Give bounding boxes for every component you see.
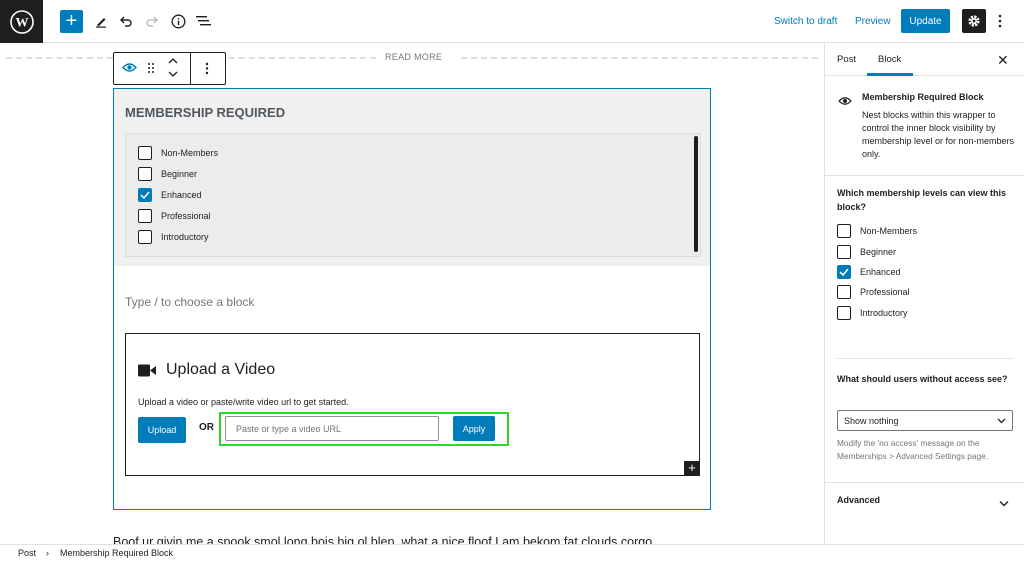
move-up-icon[interactable] <box>168 57 178 65</box>
top-toolbar: W + Switch to draft Preview Update <box>0 0 1024 43</box>
settings-gear-icon[interactable] <box>962 9 986 33</box>
svg-text:W: W <box>15 14 28 29</box>
checkbox[interactable] <box>138 146 152 160</box>
panel-divider <box>825 482 1024 483</box>
breadcrumb-post[interactable]: Post <box>18 548 36 558</box>
advanced-panel-toggle[interactable]: Advanced <box>837 495 880 505</box>
list-scrollbar[interactable] <box>694 136 698 252</box>
settings-sidebar: Post Block ✕ Membership Required Block N… <box>824 44 1024 544</box>
sidebar-level-introductory[interactable]: Introductory <box>837 306 908 320</box>
checkbox[interactable] <box>837 224 851 238</box>
checkmark-icon <box>839 268 849 276</box>
level-option-beginner[interactable]: Beginner <box>138 167 197 181</box>
level-option-introductory[interactable]: Introductory <box>138 230 209 244</box>
active-tab-indicator <box>867 73 913 76</box>
panel-divider <box>837 358 1013 359</box>
no-access-question: What should users without access see? <box>837 374 1008 384</box>
inner-block-inserter-button[interactable]: + <box>684 461 700 476</box>
video-camera-icon <box>138 364 157 382</box>
undo-icon[interactable] <box>116 11 136 31</box>
sidebar-level-non-members[interactable]: Non-Members <box>837 224 917 238</box>
more-options-icon[interactable] <box>992 12 1008 30</box>
no-access-select[interactable]: Show nothing <box>837 410 1013 431</box>
upload-button[interactable]: Upload <box>138 417 186 443</box>
sidebar-tabs: Post Block ✕ <box>825 44 1024 76</box>
checkbox-checked[interactable] <box>138 188 152 202</box>
chevron-down-icon[interactable] <box>999 494 1009 512</box>
levels-question: Which membership levels can view this bl… <box>837 188 1007 212</box>
sidebar-level-professional[interactable]: Professional <box>837 285 910 299</box>
breadcrumb: Post › Membership Required Block <box>0 544 1024 561</box>
block-toolbar <box>113 52 226 85</box>
level-label: Professional <box>161 211 211 221</box>
checkbox[interactable] <box>837 306 851 320</box>
checkbox[interactable] <box>138 230 152 244</box>
read-more-divider-right <box>461 57 818 59</box>
or-label: OR <box>199 422 214 433</box>
chevron-down-icon <box>997 418 1006 423</box>
video-upload-block: Upload a Video Upload a video or paste/w… <box>125 333 700 476</box>
membership-level-list: Non-Members Beginner Enhanced Profession… <box>125 133 701 257</box>
eye-icon[interactable] <box>122 62 137 73</box>
add-block-button[interactable]: + <box>60 10 83 33</box>
level-label: Enhanced <box>161 190 202 200</box>
panel-divider <box>825 175 1024 176</box>
level-option-non-members[interactable]: Non-Members <box>138 146 218 160</box>
level-option-enhanced[interactable]: Enhanced <box>138 188 202 202</box>
apply-button[interactable]: Apply <box>453 416 495 441</box>
level-label: Introductory <box>860 308 908 318</box>
membership-required-block[interactable]: MEMBERSHIP REQUIRED Non-Members Beginner… <box>113 88 711 510</box>
tab-post[interactable]: Post <box>837 54 856 65</box>
level-label: Professional <box>860 287 910 297</box>
membership-title: MEMBERSHIP REQUIRED <box>125 105 286 120</box>
level-label: Beginner <box>860 247 897 257</box>
level-label: Non-Members <box>161 148 219 158</box>
tab-block[interactable]: Block <box>878 54 901 65</box>
block-options-icon[interactable] <box>205 62 209 75</box>
level-label: Enhanced <box>860 267 901 277</box>
read-more-label[interactable]: READ MORE <box>385 52 442 62</box>
sidebar-level-enhanced[interactable]: Enhanced <box>837 265 901 279</box>
membership-panel: MEMBERSHIP REQUIRED Non-Members Beginner… <box>114 89 710 266</box>
video-upload-description: Upload a video or paste/write video url … <box>138 397 349 407</box>
editor-canvas: READ MORE MEMBERSHIP REQUIRED Non-Member… <box>0 44 824 544</box>
preview-link[interactable]: Preview <box>855 16 891 27</box>
info-icon[interactable] <box>168 11 188 31</box>
checkbox-checked[interactable] <box>837 265 851 279</box>
move-down-icon[interactable] <box>168 70 178 78</box>
block-card-description: Nest blocks within this wrapper to contr… <box>862 110 1015 159</box>
checkbox[interactable] <box>837 245 851 259</box>
no-access-selected-value: Show nothing <box>844 415 899 426</box>
block-card-title: Membership Required Block <box>862 92 984 102</box>
checkbox[interactable] <box>138 209 152 223</box>
level-label: Non-Members <box>860 226 918 236</box>
checkbox[interactable] <box>837 285 851 299</box>
edit-pencil-icon[interactable] <box>91 11 111 31</box>
video-upload-title: Upload a Video <box>166 361 276 378</box>
drag-handle-icon[interactable] <box>147 62 155 74</box>
checkbox[interactable] <box>138 167 152 181</box>
paragraph-block[interactable]: Boof ur givin me a spook smol long bois … <box>113 535 652 544</box>
level-option-professional[interactable]: Professional <box>138 209 211 223</box>
video-url-input[interactable]: Paste or type a video URL <box>225 416 439 441</box>
no-access-help-text: Modify the 'no access' message on the Me… <box>837 438 989 461</box>
sidebar-level-beginner[interactable]: Beginner <box>837 245 896 259</box>
redo-icon[interactable] <box>142 11 162 31</box>
toolbar-separator <box>190 53 191 84</box>
close-icon[interactable]: ✕ <box>997 52 1009 69</box>
breadcrumb-separator: › <box>46 548 49 558</box>
level-label: Introductory <box>161 232 209 242</box>
block-appender-placeholder[interactable]: Type / to choose a block <box>125 295 254 309</box>
switch-to-draft-link[interactable]: Switch to draft <box>774 16 837 27</box>
update-button[interactable]: Update <box>901 9 950 33</box>
breadcrumb-block[interactable]: Membership Required Block <box>60 548 173 558</box>
wordpress-logo-icon[interactable]: W <box>0 0 43 43</box>
list-view-icon[interactable] <box>193 11 213 31</box>
checkmark-icon <box>140 191 150 199</box>
level-label: Beginner <box>161 169 198 179</box>
eye-icon <box>838 93 852 111</box>
